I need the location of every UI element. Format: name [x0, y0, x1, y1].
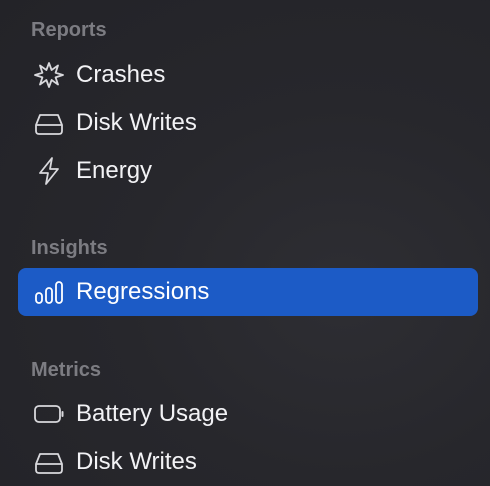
- regressions-icon: [34, 278, 64, 306]
- sidebar-item-battery-usage[interactable]: Battery Usage: [18, 390, 478, 438]
- sidebar-item-crashes[interactable]: Crashes: [18, 51, 478, 99]
- section-header-insights: Insights: [31, 237, 108, 259]
- crash-icon: [34, 61, 64, 89]
- sidebar-item-label: Battery Usage: [76, 400, 229, 427]
- sidebar-item-regressions[interactable]: Regressions: [18, 268, 478, 316]
- sidebar-item-label: Regressions: [76, 278, 210, 305]
- sidebar-item-disk-writes-metrics[interactable]: Disk Writes: [18, 438, 478, 486]
- disk-icon: [34, 109, 64, 137]
- section-header-metrics: Metrics: [31, 359, 102, 381]
- sidebar: Reports Crashes Disk Writes Energy Insig…: [0, 0, 490, 486]
- energy-icon: [34, 157, 64, 185]
- sidebar-item-disk-writes[interactable]: Disk Writes: [18, 99, 478, 147]
- disk-icon: [34, 448, 64, 476]
- sidebar-item-label: Disk Writes: [76, 448, 197, 475]
- sidebar-item-label: Crashes: [76, 61, 166, 88]
- sidebar-item-label: Energy: [76, 157, 153, 184]
- sidebar-item-label: Disk Writes: [76, 109, 197, 136]
- battery-icon: [34, 400, 64, 428]
- section-header-reports: Reports: [31, 19, 107, 41]
- sidebar-item-energy[interactable]: Energy: [18, 147, 478, 195]
